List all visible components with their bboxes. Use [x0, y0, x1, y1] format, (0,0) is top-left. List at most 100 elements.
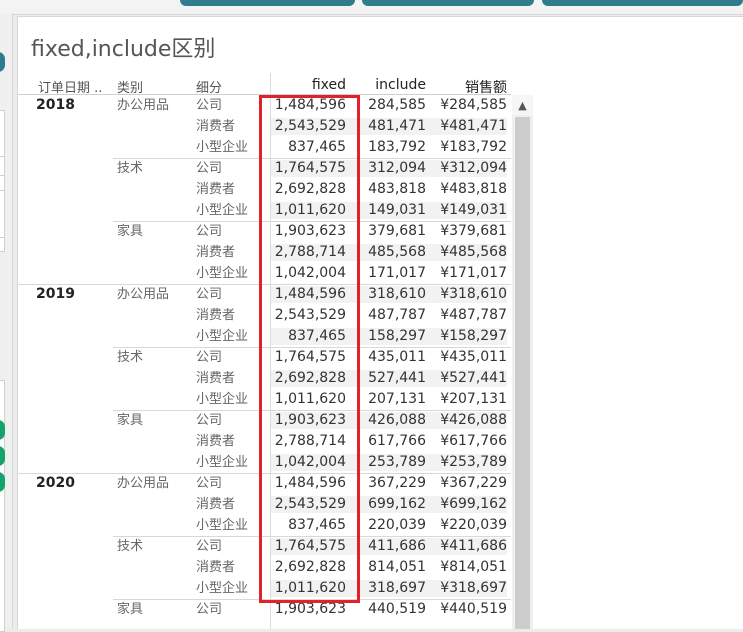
sheet-title: fixed,include区别 [31, 37, 216, 62]
segment-cell[interactable]: 公司 [196, 158, 222, 179]
category-cell[interactable]: 家具 [117, 599, 143, 620]
include-cell[interactable]: 699,162 [353, 494, 426, 515]
sales-cell[interactable]: ¥220,039 [433, 515, 507, 536]
include-cell[interactable]: 284,585 [353, 95, 426, 116]
category-cell[interactable]: 家具 [117, 221, 143, 242]
segment-cell[interactable]: 小型企业 [196, 515, 248, 536]
category-cell[interactable]: 技术 [117, 158, 143, 179]
category-cell[interactable]: 家具 [117, 410, 143, 431]
segment-cell[interactable]: 小型企业 [196, 137, 248, 158]
segment-cell[interactable]: 公司 [196, 473, 222, 494]
sales-cell[interactable]: ¥411,686 [433, 536, 507, 557]
toolbar-tab-button[interactable] [362, 0, 534, 6]
sales-cell[interactable]: ¥367,229 [433, 473, 507, 494]
segment-cell[interactable]: 小型企业 [196, 326, 248, 347]
include-cell[interactable]: 814,051 [353, 557, 426, 578]
category-cell[interactable]: 办公用品 [117, 473, 169, 494]
segment-cell[interactable]: 公司 [196, 347, 222, 368]
include-cell[interactable]: 483,818 [353, 179, 426, 200]
include-cell[interactable]: 435,011 [353, 347, 426, 368]
include-cell[interactable]: 440,519 [353, 599, 426, 620]
scroll-up-icon[interactable]: ▲ [512, 95, 533, 115]
sales-cell[interactable]: ¥483,818 [433, 179, 507, 200]
segment-cell[interactable]: 小型企业 [196, 578, 248, 599]
sales-cell[interactable]: ¥487,787 [433, 305, 507, 326]
sales-cell[interactable]: ¥440,519 [433, 599, 507, 620]
category-cell[interactable]: 技术 [117, 347, 143, 368]
segment-cell[interactable]: 公司 [196, 536, 222, 557]
sales-cell[interactable]: ¥183,792 [433, 137, 507, 158]
segment-cell[interactable]: 消费者 [196, 116, 235, 137]
include-cell[interactable]: 426,088 [353, 410, 426, 431]
toolbar-tab-button[interactable] [542, 0, 743, 6]
category-cell[interactable]: 技术 [117, 536, 143, 557]
include-cell[interactable]: 318,697 [353, 578, 426, 599]
segment-cell[interactable]: 消费者 [196, 242, 235, 263]
sales-cell[interactable]: ¥149,031 [433, 200, 507, 221]
segment-cell[interactable]: 消费者 [196, 494, 235, 515]
vertical-scrollbar[interactable]: ▲ [512, 95, 533, 629]
category-cell[interactable]: 办公用品 [117, 95, 169, 116]
segment-cell[interactable]: 小型企业 [196, 263, 248, 284]
include-cell[interactable]: 220,039 [353, 515, 426, 536]
sales-cell[interactable]: ¥253,789 [433, 452, 507, 473]
header-fixed[interactable]: fixed [271, 77, 346, 93]
sales-cell[interactable]: ¥158,297 [433, 326, 507, 347]
include-cell[interactable]: 253,789 [353, 452, 426, 473]
segment-cell[interactable]: 公司 [196, 599, 222, 620]
side-panel-field[interactable] [0, 156, 5, 176]
include-cell[interactable]: 171,017 [353, 263, 426, 284]
sales-cell[interactable]: ¥481,471 [433, 116, 507, 137]
sales-cell[interactable]: ¥426,088 [433, 410, 507, 431]
sales-cell[interactable]: ¥617,766 [433, 431, 507, 452]
sales-cell[interactable]: ¥312,094 [433, 158, 507, 179]
segment-cell[interactable]: 公司 [196, 95, 222, 116]
include-cell[interactable]: 411,686 [353, 536, 426, 557]
table-row: 家具 公司 1,903,623 440,519 ¥440,519 [18, 599, 743, 620]
include-cell[interactable]: 318,610 [353, 284, 426, 305]
year-cell[interactable]: 2019 [36, 284, 75, 305]
include-cell[interactable]: 485,568 [353, 242, 426, 263]
segment-cell[interactable]: 公司 [196, 410, 222, 431]
segment-cell[interactable]: 消费者 [196, 368, 235, 389]
include-cell[interactable]: 158,297 [353, 326, 426, 347]
include-cell[interactable]: 617,766 [353, 431, 426, 452]
segment-cell[interactable]: 消费者 [196, 557, 235, 578]
include-cell[interactable]: 367,229 [353, 473, 426, 494]
include-cell[interactable]: 487,787 [353, 305, 426, 326]
sales-cell[interactable]: ¥527,441 [433, 368, 507, 389]
sales-cell[interactable]: ¥318,610 [433, 284, 507, 305]
sales-cell[interactable]: ¥435,011 [433, 347, 507, 368]
segment-cell[interactable]: 消费者 [196, 305, 235, 326]
year-cell[interactable]: 2020 [36, 473, 75, 494]
sales-cell[interactable]: ¥699,162 [433, 494, 507, 515]
side-panel-field[interactable] [0, 190, 5, 238]
include-cell[interactable]: 312,094 [353, 158, 426, 179]
segment-cell[interactable]: 消费者 [196, 179, 235, 200]
year-cell[interactable]: 2018 [36, 95, 75, 116]
sales-cell[interactable]: ¥318,697 [433, 578, 507, 599]
toolbar-tab-button[interactable] [180, 0, 355, 6]
header-include[interactable]: include [353, 77, 426, 93]
segment-cell[interactable]: 小型企业 [196, 389, 248, 410]
segment-cell[interactable]: 公司 [196, 221, 222, 242]
sales-cell[interactable]: ¥284,585 [433, 95, 507, 116]
sales-cell[interactable]: ¥171,017 [433, 263, 507, 284]
scroll-thumb[interactable] [515, 117, 530, 629]
sales-cell[interactable]: ¥207,131 [433, 389, 507, 410]
sales-cell[interactable]: ¥485,568 [433, 242, 507, 263]
include-cell[interactable]: 527,441 [353, 368, 426, 389]
include-cell[interactable]: 379,681 [353, 221, 426, 242]
include-cell[interactable]: 481,471 [353, 116, 426, 137]
segment-cell[interactable]: 消费者 [196, 431, 235, 452]
panel-toggle-dot[interactable] [0, 52, 5, 72]
sales-cell[interactable]: ¥379,681 [433, 221, 507, 242]
segment-cell[interactable]: 公司 [196, 284, 222, 305]
segment-cell[interactable]: 小型企业 [196, 452, 248, 473]
sales-cell[interactable]: ¥814,051 [433, 557, 507, 578]
include-cell[interactable]: 183,792 [353, 137, 426, 158]
include-cell[interactable]: 207,131 [353, 389, 426, 410]
include-cell[interactable]: 149,031 [353, 200, 426, 221]
category-cell[interactable]: 办公用品 [117, 284, 169, 305]
segment-cell[interactable]: 小型企业 [196, 200, 248, 221]
